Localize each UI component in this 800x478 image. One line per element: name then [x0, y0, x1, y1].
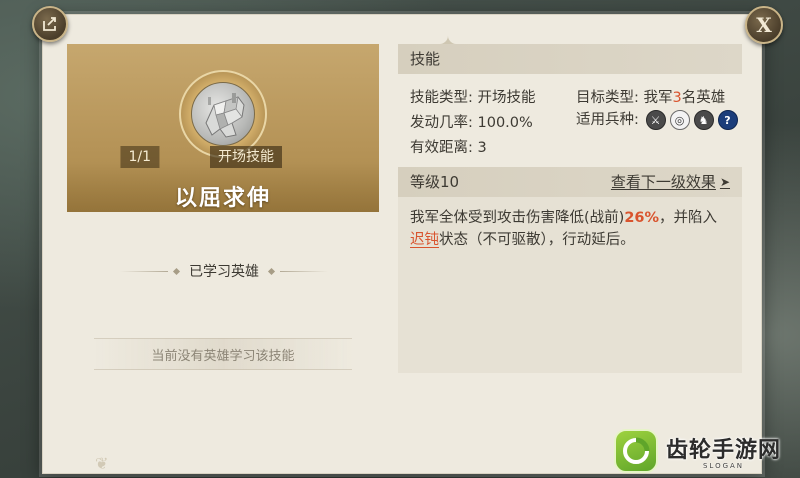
skill-art-icon [191, 82, 255, 146]
corner-ornament-icon: ❦ [95, 454, 109, 473]
close-button[interactable]: X [745, 6, 783, 44]
slow-status-link[interactable]: 迟钝 [410, 232, 439, 248]
skill-type-row: 技能类型: 开场技能 [410, 90, 536, 106]
reduction-percent: 26% [624, 210, 660, 226]
next-level-link[interactable]: 查看下一级效果 ➤ [611, 167, 730, 197]
level-section-header: 等级10 查看下一级效果 ➤ [398, 167, 742, 197]
learned-heroes-title: 已学习英雄 [189, 264, 259, 280]
watermark-slogan: SLOGAN [702, 462, 745, 470]
horse-icon[interactable]: ♞ [693, 110, 714, 130]
skill-type-tag: 开场技能 [210, 146, 282, 168]
skill-icon-frame [179, 70, 267, 158]
skill-section-header: 技能 [398, 44, 742, 74]
level-title: 等级10 [410, 173, 460, 191]
learned-heroes-heading: 已学习英雄 [120, 259, 328, 283]
trigger-rate-row: 发动几率: 100.0% [410, 115, 533, 131]
bow-target-icon[interactable]: ◎ [669, 110, 690, 130]
skill-name: 以屈求伸 [174, 186, 271, 211]
no-hero-notice: 当前没有英雄学习该技能 [94, 338, 352, 370]
level-effect-text: 我军全体受到攻击伤害降低(战前)26%，并陷入迟钝状态（不可驱散），行动延后。 [410, 210, 718, 248]
target-type-row: 目标类型: 我军3名英雄 [576, 90, 726, 106]
no-hero-text: 当前没有英雄学习该技能 [151, 348, 295, 364]
skill-count-tag: 1/1 [120, 146, 159, 168]
watermark-title: 齿轮手游网 [666, 438, 782, 463]
watermark-logo-icon [614, 429, 658, 473]
question-icon[interactable]: ? [717, 110, 738, 130]
sword-icon[interactable]: ⚔ [645, 110, 666, 130]
arrow-right-icon: ➤ [719, 175, 730, 189]
site-watermark: 齿轮手游网 SLOGAN [614, 428, 800, 474]
share-icon [43, 17, 56, 31]
unit-type-row: 适用兵种: ⚔ ◎ ♞ ? [576, 108, 738, 130]
target-count: 3 [672, 90, 682, 106]
range-row: 有效距离: 3 [410, 140, 487, 156]
share-button[interactable] [32, 6, 68, 42]
close-icon: X [756, 13, 772, 37]
